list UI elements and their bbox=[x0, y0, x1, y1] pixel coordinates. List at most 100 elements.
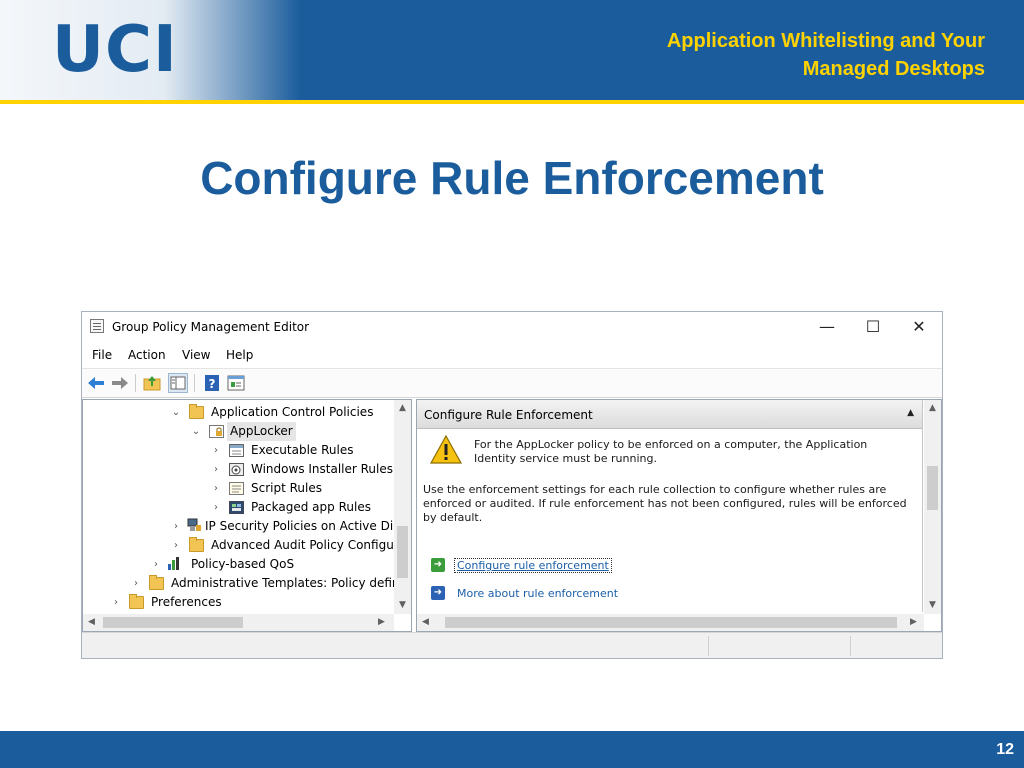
tree-item-preferences[interactable]: › Preferences bbox=[111, 593, 401, 612]
toolbar-separator bbox=[194, 374, 195, 392]
close-button[interactable]: ✕ bbox=[896, 312, 942, 342]
tree-item-label: Preferences bbox=[151, 595, 222, 609]
back-arrow-icon[interactable] bbox=[86, 373, 106, 393]
tree-item-label: Policy-based QoS bbox=[191, 557, 295, 571]
warning-icon bbox=[429, 434, 463, 466]
forward-arrow-icon[interactable] bbox=[110, 373, 130, 393]
tree-item-ip-security-policies[interactable]: › IP Security Policies on Active Dir bbox=[171, 517, 401, 536]
header-title-line2: Managed Desktops bbox=[802, 58, 985, 80]
tree-horizontal-scrollbar[interactable]: ◀ ▶ bbox=[83, 614, 394, 631]
tree-item-label: Application Control Policies bbox=[211, 405, 374, 419]
more-about-rule-enforcement-link[interactable]: More about rule enforcement bbox=[457, 587, 618, 600]
scroll-left-arrow-icon[interactable]: ◀ bbox=[417, 614, 434, 631]
slide-header: UCI Application Whitelisting and Your Ma… bbox=[0, 0, 1024, 100]
warning-text-line2: Identity service must be running. bbox=[474, 452, 657, 465]
details-pane: Configure Rule Enforcement ▲ For the App… bbox=[416, 399, 942, 632]
help-icon[interactable]: ? bbox=[202, 373, 222, 393]
panel-header[interactable]: Configure Rule Enforcement ▲ bbox=[417, 400, 922, 429]
tree-item-packaged-app-rules[interactable]: › Packaged app Rules bbox=[211, 498, 401, 517]
tree-item-script-rules[interactable]: › Script Rules bbox=[211, 479, 401, 498]
details-vertical-scrollbar[interactable]: ▲ ▼ bbox=[924, 400, 941, 614]
panel-title: Configure Rule Enforcement bbox=[424, 408, 593, 422]
warning-text-line1: For the AppLocker policy to be enforced … bbox=[474, 438, 868, 451]
chevron-right-icon[interactable]: › bbox=[111, 593, 121, 612]
chevron-right-icon[interactable]: › bbox=[171, 536, 181, 555]
tree-item-executable-rules[interactable]: › Executable Rules bbox=[211, 441, 401, 460]
qos-chart-icon bbox=[167, 557, 182, 571]
status-separator bbox=[708, 636, 709, 656]
up-folder-icon[interactable] bbox=[142, 373, 162, 393]
scroll-thumb[interactable] bbox=[103, 617, 243, 628]
configure-rule-enforcement-panel: Configure Rule Enforcement ▲ For the App… bbox=[417, 400, 923, 612]
chevron-right-icon[interactable]: › bbox=[131, 574, 141, 593]
scroll-right-arrow-icon[interactable]: ▶ bbox=[905, 614, 922, 631]
chevron-down-icon[interactable]: ⌄ bbox=[171, 403, 181, 422]
header-title-line1: Application Whitelisting and Your bbox=[666, 30, 985, 52]
header-divider bbox=[0, 100, 1024, 104]
tree-item-applocker[interactable]: ⌄ AppLocker bbox=[191, 422, 401, 441]
tree-vertical-scrollbar[interactable]: ▲ ▼ bbox=[394, 400, 411, 614]
maximize-button[interactable]: ☐ bbox=[850, 312, 896, 342]
status-separator bbox=[850, 636, 851, 656]
window-title: Group Policy Management Editor bbox=[112, 320, 310, 334]
body-text-line1: Use the enforcement settings for each ru… bbox=[423, 483, 887, 496]
chevron-right-icon[interactable]: › bbox=[151, 555, 161, 574]
tree-item-label: Administrative Templates: Policy defini bbox=[171, 576, 403, 590]
app-icon bbox=[90, 319, 104, 333]
tree-item-administrative-templates[interactable]: › Administrative Templates: Policy defin… bbox=[131, 574, 403, 593]
chevron-down-icon[interactable]: ⌄ bbox=[191, 422, 201, 441]
scroll-down-arrow-icon[interactable]: ▼ bbox=[924, 597, 941, 614]
tree-item-windows-installer-rules[interactable]: › Windows Installer Rules bbox=[211, 460, 401, 479]
tree-item-application-control-policies[interactable]: ⌄ Application Control Policies bbox=[171, 403, 401, 422]
green-arrow-icon: ➜ bbox=[431, 558, 445, 572]
chevron-right-icon[interactable]: › bbox=[211, 441, 221, 460]
details-horizontal-scrollbar[interactable]: ◀ ▶ bbox=[417, 614, 924, 631]
scroll-thumb[interactable] bbox=[927, 466, 938, 510]
applocker-icon bbox=[209, 425, 224, 438]
menu-view[interactable]: View bbox=[182, 348, 210, 362]
scroll-thumb[interactable] bbox=[397, 526, 408, 578]
tree-item-label: AppLocker bbox=[227, 422, 296, 441]
tree-item-label: Packaged app Rules bbox=[251, 500, 371, 514]
tree-item-label: Script Rules bbox=[251, 481, 322, 495]
chevron-right-icon[interactable]: › bbox=[211, 479, 221, 498]
svg-text:?: ? bbox=[209, 377, 216, 391]
slide-title: Configure Rule Enforcement bbox=[200, 152, 824, 204]
scroll-down-arrow-icon[interactable]: ▼ bbox=[394, 597, 411, 614]
title-bar[interactable]: Group Policy Management Editor — ☐ ✕ bbox=[82, 312, 942, 342]
tree-item-label: Windows Installer Rules bbox=[251, 462, 394, 476]
menu-help[interactable]: Help bbox=[226, 348, 253, 362]
tree-item-label: Executable Rules bbox=[251, 443, 354, 457]
status-bar bbox=[82, 632, 942, 658]
scroll-up-arrow-icon[interactable]: ▲ bbox=[394, 400, 411, 417]
tree-item-label: IP Security Policies on Active Dir bbox=[205, 519, 399, 533]
chevron-right-icon[interactable]: › bbox=[211, 460, 221, 479]
body-text-line3: by default. bbox=[423, 511, 483, 524]
minimize-button[interactable]: — bbox=[804, 312, 850, 342]
configure-rule-enforcement-link[interactable]: Configure rule enforcement bbox=[454, 558, 612, 573]
chevron-right-icon[interactable]: › bbox=[171, 517, 181, 536]
script-rules-icon bbox=[229, 482, 244, 495]
scroll-right-arrow-icon[interactable]: ▶ bbox=[373, 614, 390, 631]
blue-arrow-icon: ➜ bbox=[431, 586, 445, 600]
properties-icon[interactable] bbox=[226, 373, 246, 393]
chevron-right-icon[interactable]: › bbox=[211, 498, 221, 517]
scroll-thumb[interactable] bbox=[445, 617, 897, 628]
scroll-up-arrow-icon[interactable]: ▲ bbox=[924, 400, 941, 417]
tree-item-advanced-audit-policy[interactable]: › Advanced Audit Policy Configur bbox=[171, 536, 401, 555]
menu-file[interactable]: File bbox=[92, 348, 112, 362]
scroll-left-arrow-icon[interactable]: ◀ bbox=[83, 614, 100, 631]
folder-icon bbox=[149, 575, 164, 590]
page-number: 12 bbox=[996, 741, 1014, 758]
show-hide-tree-icon[interactable] bbox=[168, 373, 188, 393]
installer-rules-icon bbox=[229, 463, 244, 476]
menu-action[interactable]: Action bbox=[128, 348, 166, 362]
tree-item-policy-based-qos[interactable]: › Policy-based QoS bbox=[151, 555, 401, 574]
collapse-triangle-icon[interactable]: ▲ bbox=[907, 408, 914, 418]
menu-bar: File Action View Help bbox=[82, 342, 942, 368]
ip-security-icon bbox=[187, 518, 202, 533]
folder-icon bbox=[189, 537, 204, 552]
console-tree-pane: ⌄ Application Control Policies ⌄ AppLock… bbox=[82, 399, 412, 632]
header-title: Application Whitelisting and Your Manage… bbox=[565, 27, 985, 83]
uci-logo: UCI bbox=[52, 13, 178, 87]
